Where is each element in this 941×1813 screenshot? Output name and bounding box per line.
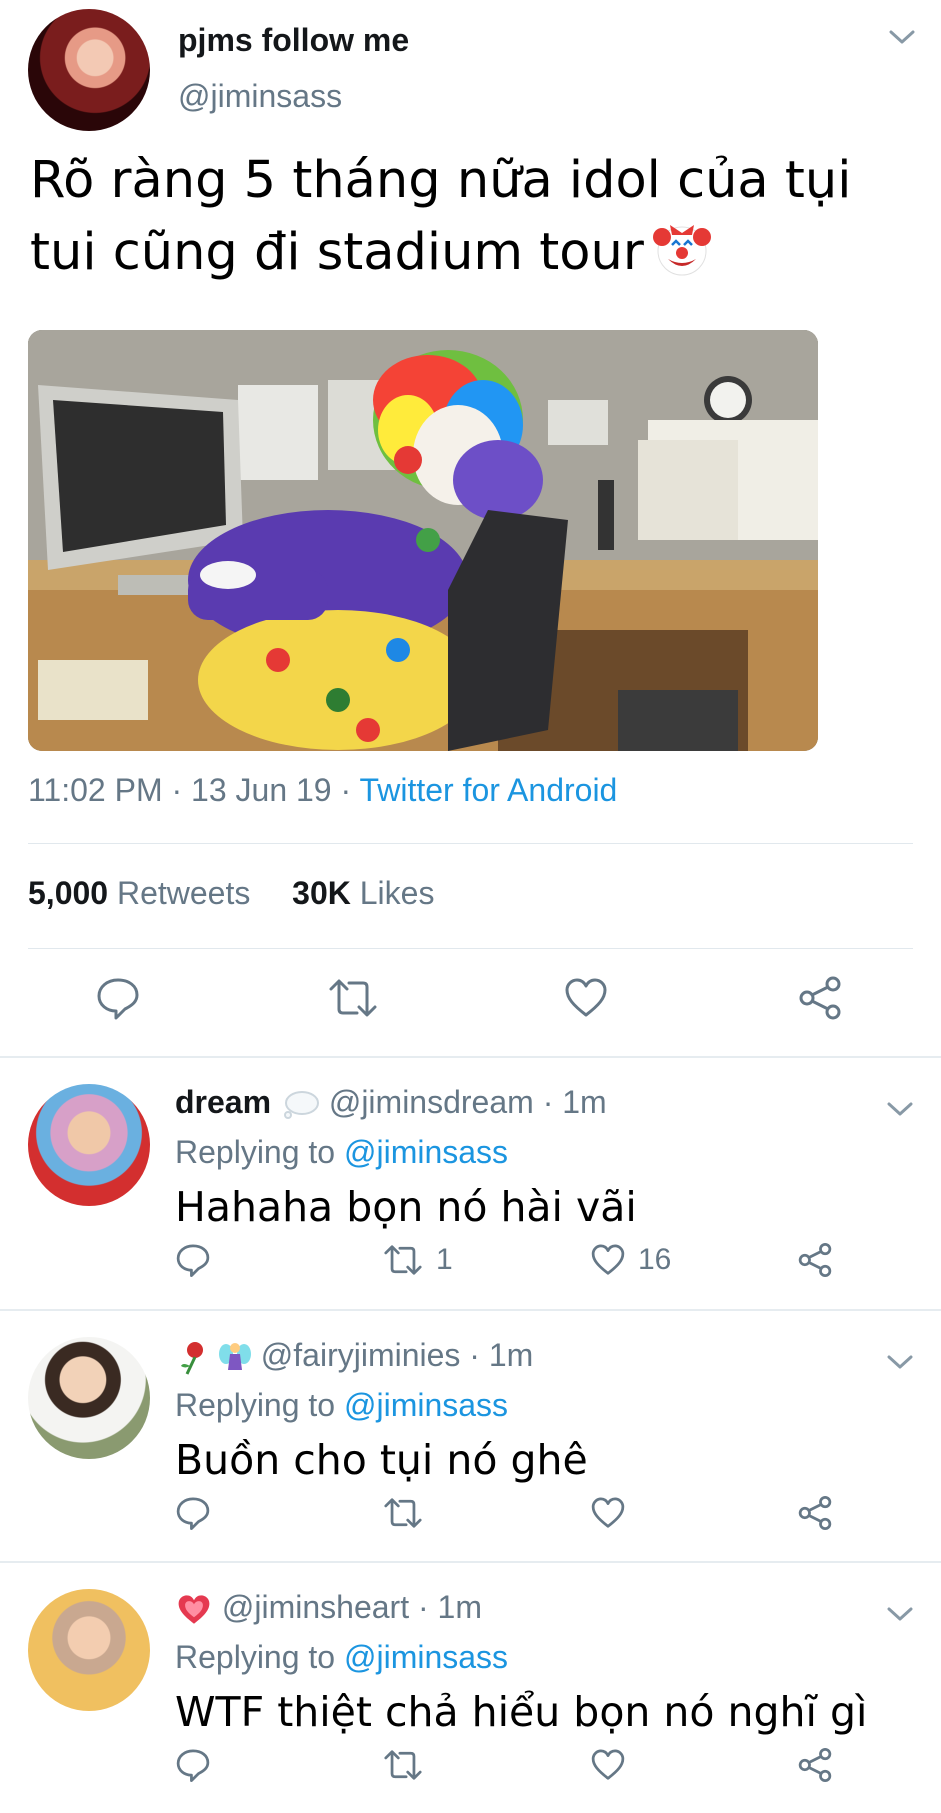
meta-separator: · — [469, 1337, 480, 1373]
avatar[interactable] — [28, 9, 150, 131]
retweets-label: Retweets — [116, 875, 251, 911]
reply-time[interactable]: 1m — [438, 1589, 482, 1625]
avatar[interactable] — [28, 1084, 150, 1206]
display-name[interactable]: pjms follow me — [178, 22, 409, 59]
clown-face-icon — [652, 219, 712, 279]
reply-icon[interactable] — [95, 975, 141, 1021]
likes-stat[interactable]: 30K Likes — [292, 875, 434, 911]
retweet-count: 1 — [436, 1243, 453, 1276]
retweets-count: 5,000 — [28, 875, 109, 911]
tweet-media-image[interactable] — [28, 330, 818, 751]
reply-text: Hahaha bọn nó hài vãi — [175, 1183, 637, 1231]
retweet-icon[interactable] — [327, 975, 379, 1021]
reply-header: @fairyjiminies · 1m — [175, 1337, 533, 1376]
heart-icon[interactable] — [563, 975, 609, 1021]
reply-handle[interactable]: @fairyjiminies — [261, 1337, 461, 1373]
replying-to: Replying to @jiminsass — [175, 1639, 508, 1676]
like-count: 16 — [638, 1243, 672, 1276]
user-handle[interactable]: @jiminsass — [178, 78, 342, 115]
share-icon[interactable] — [797, 975, 843, 1021]
heart-icon[interactable] — [590, 1495, 626, 1531]
replying-to-label: Replying to — [175, 1134, 336, 1170]
reply-icon[interactable] — [175, 1747, 211, 1783]
chevron-down-icon[interactable] — [886, 1100, 914, 1118]
replying-to-mention[interactable]: @jiminsass — [344, 1639, 508, 1675]
reply-text: WTF thiệt chả hiểu bọn nó nghĩ gì — [175, 1688, 868, 1736]
like-button[interactable]: 16 — [590, 1242, 671, 1278]
meta-separator: · — [171, 772, 183, 808]
meta-separator: · — [542, 1084, 554, 1120]
retweet-icon[interactable] — [382, 1747, 424, 1783]
reply-handle[interactable]: @jiminsheart — [222, 1589, 409, 1625]
meta-separator: · — [417, 1589, 429, 1625]
tweet-time[interactable]: 11:02 PM — [28, 772, 163, 808]
reply-tweet[interactable]: @fairyjiminies · 1m Replying to @jiminsa… — [0, 1311, 941, 1561]
replying-to-mention[interactable]: @jiminsass — [344, 1387, 508, 1423]
retweet-button[interactable]: 1 — [382, 1242, 453, 1278]
heart-icon — [175, 1593, 213, 1627]
reply-tweet[interactable]: dream @jiminsdream · 1m Replying to @jim… — [0, 1058, 941, 1308]
replying-to-label: Replying to — [175, 1387, 336, 1423]
heart-icon — [590, 1242, 626, 1278]
retweet-icon — [382, 1242, 424, 1278]
chevron-down-icon[interactable] — [886, 1353, 914, 1371]
meta-separator: · — [340, 772, 352, 808]
divider — [28, 843, 913, 844]
chevron-down-icon[interactable] — [886, 1605, 914, 1623]
tweet-text: Rõ ràng 5 tháng nữa idol của tụi tui cũn… — [30, 145, 920, 289]
reply-time[interactable]: 1m — [562, 1084, 606, 1120]
retweet-icon[interactable] — [382, 1495, 424, 1531]
replying-to-mention[interactable]: @jiminsass — [344, 1134, 508, 1170]
replying-to: Replying to @jiminsass — [175, 1387, 508, 1424]
divider — [28, 948, 913, 949]
reply-display-name[interactable]: dream — [175, 1084, 271, 1120]
tweet-text-body: Rõ ràng 5 tháng nữa idol của tụi tui cũn… — [30, 151, 852, 282]
reply-handle[interactable]: @jiminsdream — [329, 1084, 534, 1120]
reply-tweet[interactable]: @jiminsheart · 1m Replying to @jiminsass… — [0, 1563, 941, 1813]
share-icon[interactable] — [797, 1242, 833, 1278]
tweet-source-link[interactable]: Twitter for Android — [359, 772, 617, 808]
tweet-meta: 11:02 PM · 13 Jun 19 · Twitter for Andro… — [28, 772, 617, 809]
retweets-stat[interactable]: 5,000 Retweets — [28, 875, 250, 911]
reply-text: Buồn cho tụi nó ghê — [175, 1436, 588, 1484]
reply-header: @jiminsheart · 1m — [175, 1589, 482, 1627]
share-icon[interactable] — [797, 1495, 833, 1531]
likes-label: Likes — [359, 875, 435, 911]
heart-icon[interactable] — [590, 1747, 626, 1783]
thought-balloon-icon — [280, 1089, 320, 1121]
reply-icon[interactable] — [175, 1242, 211, 1278]
reply-header: dream @jiminsdream · 1m — [175, 1084, 607, 1121]
reply-icon[interactable] — [175, 1495, 211, 1531]
likes-count: 30K — [292, 875, 351, 911]
tweet-stats: 5,000 Retweets 30K Likes — [28, 875, 434, 912]
avatar[interactable] — [28, 1337, 150, 1459]
avatar[interactable] — [28, 1589, 150, 1711]
replying-to: Replying to @jiminsass — [175, 1134, 508, 1171]
reply-time[interactable]: 1m — [489, 1337, 533, 1373]
rose-icon — [175, 1340, 209, 1376]
share-icon[interactable] — [797, 1747, 833, 1783]
replying-to-label: Replying to — [175, 1639, 336, 1675]
chevron-down-icon[interactable] — [888, 28, 916, 46]
fairy-icon — [218, 1340, 252, 1376]
tweet-date[interactable]: 13 Jun 19 — [191, 772, 332, 808]
